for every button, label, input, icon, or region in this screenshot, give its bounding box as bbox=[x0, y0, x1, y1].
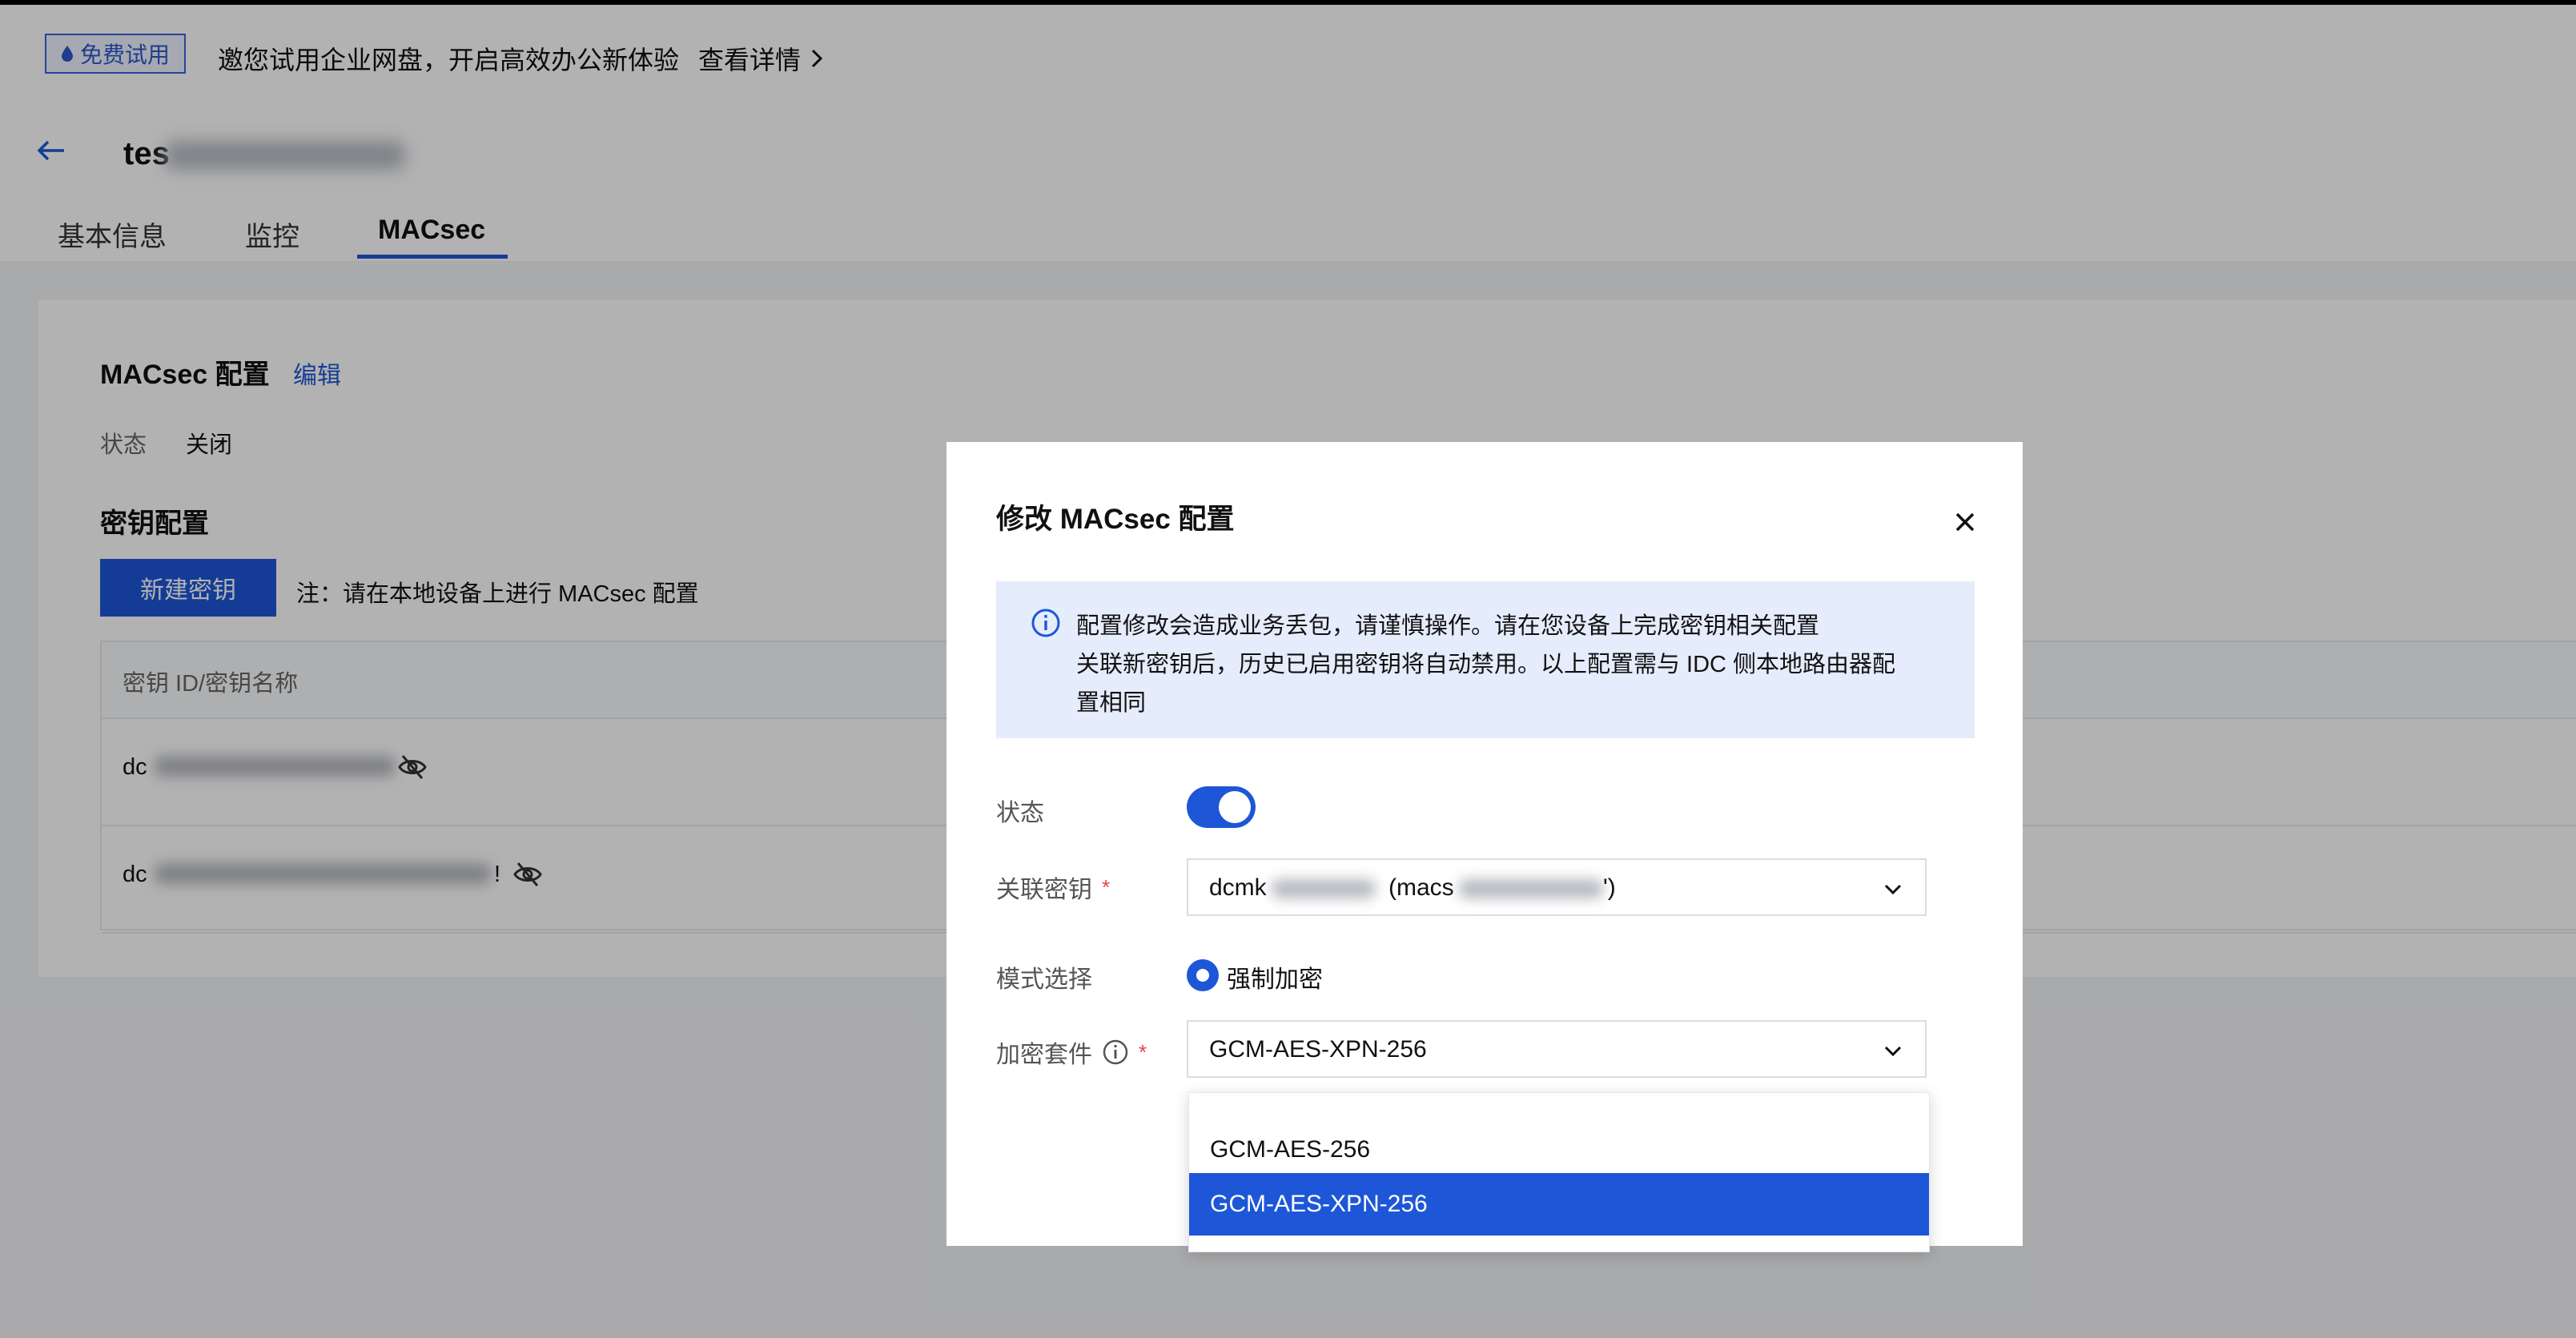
required-mark: * bbox=[1139, 1039, 1147, 1064]
chevron-down-icon bbox=[1884, 1046, 1902, 1057]
cipher-suite-dropdown: GCM-AES-256 GCM-AES-XPN-256 bbox=[1188, 1092, 1930, 1252]
radio-dot bbox=[1196, 969, 1209, 982]
alert-line: 关联新密钥后，历史已启用密钥将自动禁用。以上配置需与 IDC 侧本地路由器配 bbox=[1076, 652, 1896, 677]
cipher-option[interactable]: GCM-AES-256 bbox=[1189, 1119, 1929, 1181]
status-field-text: 状态 bbox=[996, 800, 1044, 826]
status-field-label: 状态 bbox=[996, 793, 1044, 828]
key-field-label: 关联密钥 * bbox=[996, 870, 1110, 905]
required-mark: * bbox=[1102, 874, 1111, 899]
forced-encryption-radio[interactable] bbox=[1187, 959, 1219, 991]
redacted-key-alias bbox=[1459, 879, 1603, 898]
status-toggle[interactable] bbox=[1187, 786, 1256, 828]
cipher-suite-select[interactable]: GCM-AES-XPN-256 bbox=[1187, 1020, 1927, 1078]
toggle-knob bbox=[1219, 791, 1251, 823]
alert-line: 置相同 bbox=[1076, 690, 1147, 716]
chevron-down-icon bbox=[1884, 884, 1902, 895]
key-value-mid: (macs bbox=[1388, 874, 1454, 901]
cipher-suite-value: GCM-AES-XPN-256 bbox=[1209, 1036, 1427, 1063]
mode-field-text: 模式选择 bbox=[996, 966, 1092, 993]
info-icon bbox=[1031, 609, 1060, 637]
info-icon[interactable] bbox=[1102, 1039, 1129, 1066]
dialog-title: 修改 MACsec 配置 bbox=[996, 504, 1235, 535]
cipher-field-label: 加密套件 * bbox=[996, 1035, 1147, 1070]
key-value-suffix: ') bbox=[1603, 874, 1616, 901]
key-value-prefix: dcmk bbox=[1209, 874, 1267, 901]
alert-line: 配置修改会造成业务丢包，请谨慎操作。请在您设备上完成密钥相关配置 bbox=[1076, 613, 1820, 639]
key-field-text: 关联密钥 bbox=[996, 877, 1092, 903]
cipher-option-selected[interactable]: GCM-AES-XPN-256 bbox=[1189, 1173, 1929, 1236]
redacted-key-name bbox=[1272, 879, 1376, 898]
forced-encryption-label[interactable]: 强制加密 bbox=[1227, 959, 1323, 994]
close-icon[interactable] bbox=[1949, 506, 1981, 538]
warning-alert: 配置修改会造成业务丢包，请谨慎操作。请在您设备上完成密钥相关配置 关联新密钥后，… bbox=[996, 581, 1975, 738]
mode-field-label: 模式选择 bbox=[996, 959, 1092, 994]
cipher-field-text: 加密套件 bbox=[996, 1042, 1092, 1068]
key-select[interactable]: dcmk (macs ') bbox=[1187, 858, 1927, 916]
